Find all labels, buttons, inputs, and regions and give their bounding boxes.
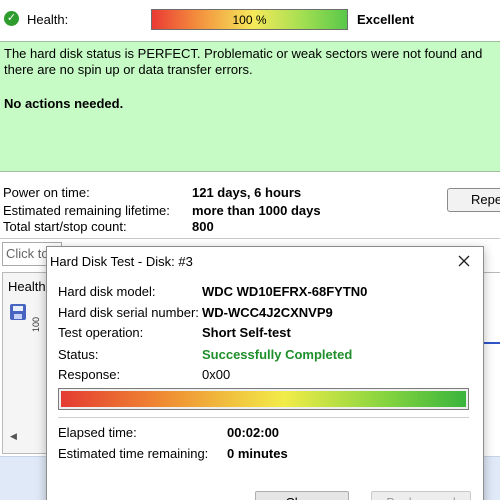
health-percent: 100 %: [232, 12, 267, 27]
test-progress-bar: [58, 388, 469, 410]
serial-value: WD-WCC4J2CXNVP9: [202, 305, 333, 320]
remaining-label: Estimated time remaining:: [58, 446, 209, 461]
response-label: Response:: [58, 367, 121, 382]
response-value: 0x00: [202, 367, 231, 382]
operation-label: Test operation:: [58, 325, 144, 340]
status-message-box: The hard disk status is PERFECT. Problem…: [0, 41, 500, 172]
elapsed-value: 00:02:00: [227, 425, 280, 440]
status-label: Status:: [58, 347, 99, 362]
background-button[interactable]: Background: [371, 491, 471, 500]
elapsed-label: Elapsed time:: [58, 425, 137, 440]
panel-right-edge: [482, 272, 500, 454]
dialog-title: Hard Disk Test - Disk: #3: [50, 254, 193, 269]
status-value: Successfully Completed: [202, 347, 353, 362]
remaining-value: 0 minutes: [227, 446, 288, 461]
tab-health[interactable]: Health: [8, 279, 46, 294]
serial-label: Hard disk serial number:: [58, 305, 199, 320]
repeat-test-button[interactable]: Repe: [447, 188, 500, 212]
health-value: Excellent: [357, 12, 415, 27]
health-row: ✓ Health: 100 % Excellent: [0, 0, 500, 40]
model-label: Hard disk model:: [58, 284, 156, 299]
operation-value: Short Self-test: [202, 325, 291, 340]
close-icon[interactable]: [457, 254, 471, 268]
health-progress-bar: 100 %: [151, 9, 348, 30]
dialog-divider: [58, 417, 469, 418]
test-progress-fill: [61, 391, 466, 407]
info-value: more than 1000 days: [192, 203, 321, 218]
info-label: Total start/stop count:: [3, 219, 127, 234]
check-icon: ✓: [4, 11, 19, 26]
chart-line: [482, 342, 500, 344]
info-label: Estimated remaining lifetime:: [3, 203, 170, 218]
info-value: 800: [192, 219, 214, 234]
status-message: The hard disk status is PERFECT. Problem…: [4, 46, 483, 77]
hard-disk-test-dialog: Hard Disk Test - Disk: #3 Hard disk mode…: [46, 246, 484, 500]
chart-axis-label: 100: [31, 316, 41, 332]
scroll-left-arrow-icon[interactable]: ◀: [10, 431, 17, 442]
health-label: Health:: [27, 12, 69, 27]
divider: [0, 238, 500, 239]
close-button[interactable]: Close: [255, 491, 349, 500]
info-label: Power on time:: [3, 185, 90, 200]
status-action: No actions needed.: [4, 96, 124, 111]
model-value: WDC WD10EFRX-68FYTN0: [202, 284, 368, 299]
info-value: 121 days, 6 hours: [192, 185, 302, 200]
dialog-titlebar[interactable]: Hard Disk Test - Disk: #3: [47, 247, 483, 275]
save-icon[interactable]: [10, 304, 26, 320]
